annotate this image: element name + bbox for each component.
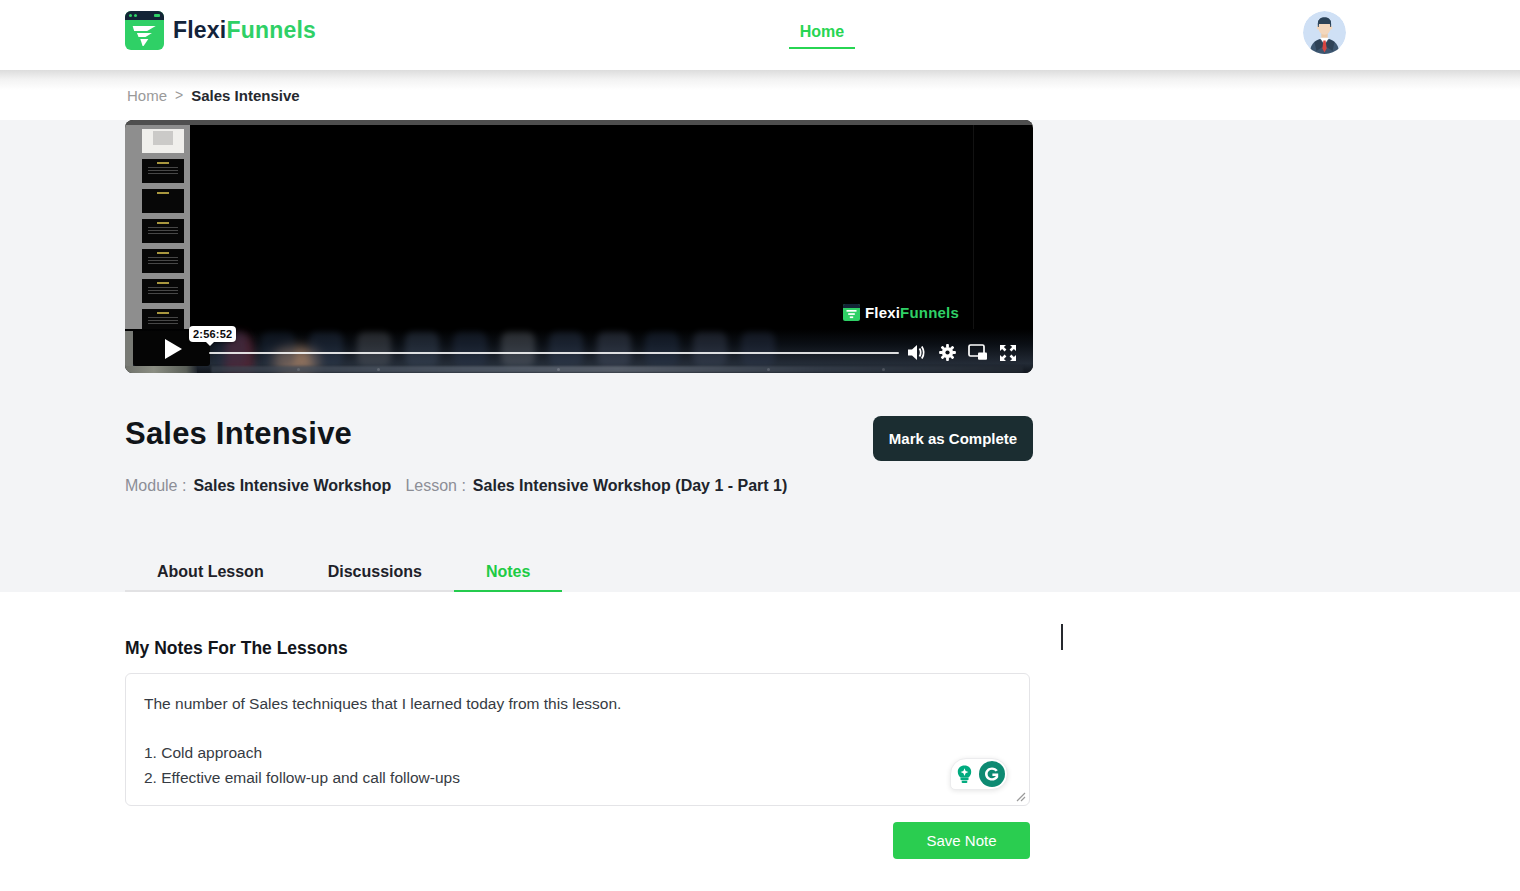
page-title: Sales Intensive xyxy=(125,416,352,452)
slide-thumbnail xyxy=(142,249,184,273)
breadcrumb: Home > Sales Intensive xyxy=(0,70,1520,120)
tab-about-lesson[interactable]: About Lesson xyxy=(125,553,296,592)
volume-icon[interactable] xyxy=(908,344,927,361)
brand-name: FlexiFunnels xyxy=(173,17,316,44)
video-slide-sidebar xyxy=(125,125,190,332)
slide-thumbnail xyxy=(142,279,184,303)
video-player[interactable]: 2:56:52 FlexiFunnels xyxy=(125,120,1033,373)
lesson-value: Sales Intensive Workshop (Day 1 - Part 1… xyxy=(473,477,787,494)
grammarly-suggestion-icon[interactable] xyxy=(954,763,976,785)
slide-thumbnail xyxy=(142,219,184,243)
settings-icon[interactable] xyxy=(938,343,957,362)
breadcrumb-home[interactable]: Home xyxy=(127,87,167,104)
grammarly-icon[interactable] xyxy=(979,761,1005,787)
fullscreen-icon[interactable] xyxy=(999,344,1017,362)
dock-app-icons-blur xyxy=(213,332,775,366)
module-lesson-info: Module : Sales Intensive Workshop Lesson … xyxy=(125,477,1520,495)
dock-shelf-blur xyxy=(211,366,1023,373)
module-value: Sales Intensive Workshop xyxy=(193,477,391,494)
video-frame-toolbar xyxy=(125,120,1033,125)
slide-thumbnail xyxy=(142,159,184,183)
note-input-box: The number of Sales techniques that I le… xyxy=(125,673,1030,806)
tab-notes[interactable]: Notes xyxy=(454,553,562,592)
lesson-label: Lesson : xyxy=(405,477,465,494)
nav-home-link[interactable]: Home xyxy=(789,23,855,41)
pip-icon[interactable] xyxy=(968,344,988,361)
note-textarea[interactable]: The number of Sales techniques that I le… xyxy=(127,675,1028,804)
video-window-edge xyxy=(973,125,974,329)
module-label: Module : xyxy=(125,477,186,494)
mark-as-complete-button[interactable]: Mark as Complete xyxy=(873,416,1033,461)
play-icon xyxy=(165,339,182,359)
user-avatar[interactable] xyxy=(1303,11,1346,54)
video-time-tooltip: 2:56:52 xyxy=(189,326,236,342)
watermark-logo-icon xyxy=(843,304,860,321)
slide-thumbnail xyxy=(142,189,184,213)
breadcrumb-separator-icon: > xyxy=(175,87,183,103)
notes-heading: My Notes For The Lessons xyxy=(125,638,348,659)
video-seek-bar[interactable] xyxy=(209,352,899,354)
flexifunnels-logo-icon xyxy=(125,11,164,50)
notes-section: My Notes For The Lessons The number of S… xyxy=(0,592,1520,891)
breadcrumb-current: Sales Intensive xyxy=(191,87,299,104)
grammarly-widget[interactable] xyxy=(950,758,1008,790)
text-cursor xyxy=(1061,624,1063,650)
video-watermark: FlexiFunnels xyxy=(843,304,959,321)
textarea-resize-handle[interactable] xyxy=(1016,792,1026,802)
slide-thumbnail xyxy=(142,129,184,153)
video-shelf-left xyxy=(125,366,197,373)
video-dock-strip xyxy=(125,329,1033,373)
brand-logo[interactable]: FlexiFunnels xyxy=(125,11,316,50)
tab-discussions[interactable]: Discussions xyxy=(296,553,454,592)
lesson-main-section: 2:56:52 FlexiFunnels Sales Intensive Mar… xyxy=(0,120,1520,592)
lesson-tabs: About Lesson Discussions Notes xyxy=(125,553,562,592)
save-note-button[interactable]: Save Note xyxy=(893,822,1030,859)
header: FlexiFunnels Home xyxy=(0,0,1520,70)
